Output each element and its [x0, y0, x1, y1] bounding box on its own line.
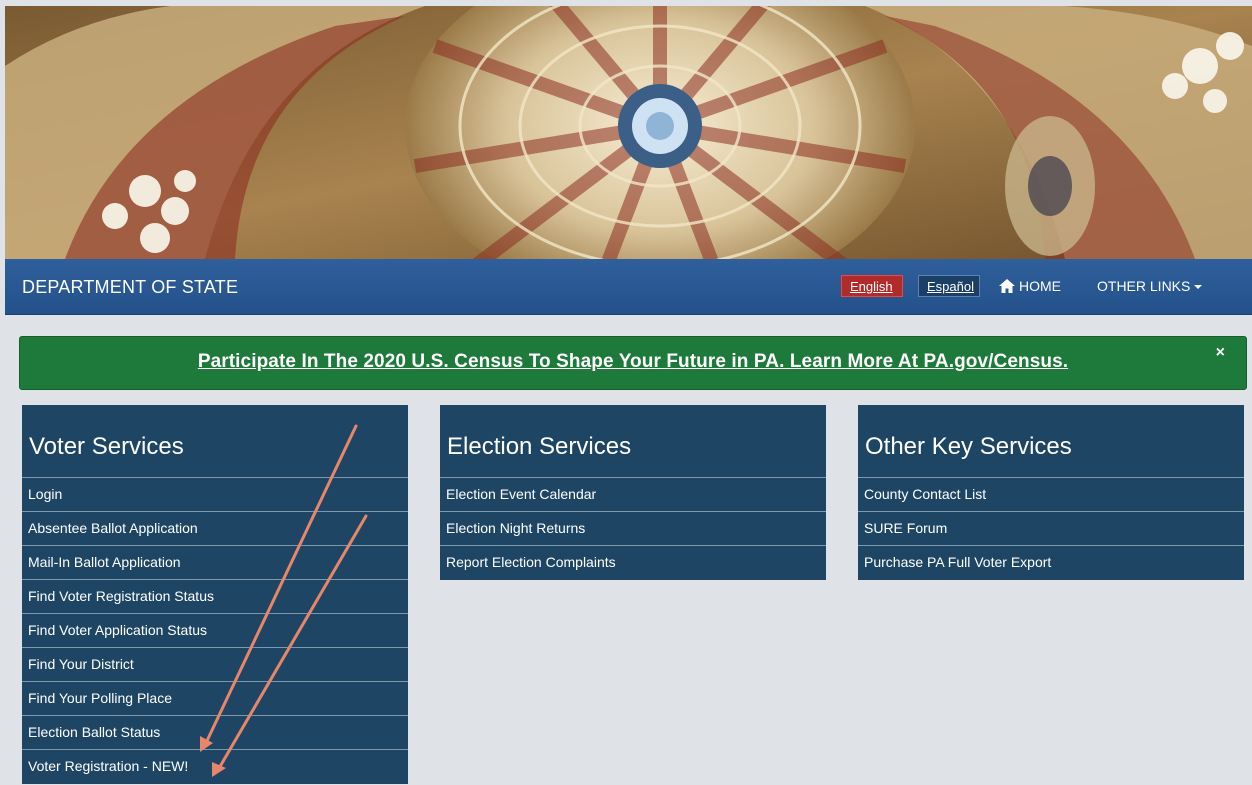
voter-services-panel: Voter Services Login Absentee Ballot App…: [22, 405, 408, 784]
english-language-button[interactable]: English: [841, 275, 903, 297]
election-services-panel: Election Services Election Event Calenda…: [440, 405, 826, 580]
election-ballot-status-link[interactable]: Election Ballot Status: [22, 716, 408, 750]
top-navbar: DEPARTMENT OF STATE English Español HOME…: [5, 259, 1252, 315]
page: DEPARTMENT OF STATE English Español HOME…: [0, 0, 1252, 785]
purchase-pa-full-voter-export-link[interactable]: Purchase PA Full Voter Export: [858, 546, 1244, 580]
voter-services-title: Voter Services: [22, 405, 408, 478]
find-your-polling-place-link[interactable]: Find Your Polling Place: [22, 682, 408, 716]
election-night-returns-link[interactable]: Election Night Returns: [440, 512, 826, 546]
voter-registration-new-link[interactable]: Voter Registration - NEW!: [22, 750, 408, 784]
county-contact-list-link[interactable]: County Contact List: [858, 478, 1244, 512]
home-link[interactable]: HOME: [999, 278, 1061, 294]
other-key-services-panel: Other Key Services County Contact List S…: [858, 405, 1244, 580]
espanol-language-button[interactable]: Español: [918, 275, 980, 297]
capitol-dome-illustration: [5, 6, 1252, 259]
absentee-ballot-application-link[interactable]: Absentee Ballot Application: [22, 512, 408, 546]
mail-in-ballot-application-link[interactable]: Mail-In Ballot Application: [22, 546, 408, 580]
other-links-dropdown[interactable]: OTHER LINKS: [1097, 278, 1203, 294]
report-election-complaints-link[interactable]: Report Election Complaints: [440, 546, 826, 580]
other-key-services-title: Other Key Services: [858, 405, 1244, 478]
census-alert-link[interactable]: Participate In The 2020 U.S. Census To S…: [20, 351, 1246, 373]
home-link-label: HOME: [1019, 278, 1061, 294]
site-brand[interactable]: DEPARTMENT OF STATE: [22, 277, 238, 298]
close-icon[interactable]: ×: [1216, 345, 1225, 361]
sure-forum-link[interactable]: SURE Forum: [858, 512, 1244, 546]
hero-banner-image: [5, 6, 1252, 259]
find-your-district-link[interactable]: Find Your District: [22, 648, 408, 682]
find-voter-registration-status-link[interactable]: Find Voter Registration Status: [22, 580, 408, 614]
voter-login-link[interactable]: Login: [22, 478, 408, 512]
home-icon: [999, 279, 1015, 293]
election-event-calendar-link[interactable]: Election Event Calendar: [440, 478, 826, 512]
caret-down-icon: [1194, 285, 1203, 289]
find-voter-application-status-link[interactable]: Find Voter Application Status: [22, 614, 408, 648]
census-alert: Participate In The 2020 U.S. Census To S…: [19, 336, 1247, 390]
election-services-title: Election Services: [440, 405, 826, 478]
other-links-label: OTHER LINKS: [1097, 278, 1191, 294]
